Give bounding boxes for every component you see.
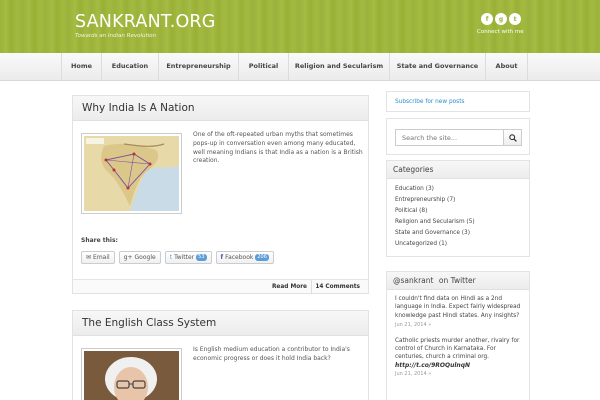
search-input[interactable]	[395, 129, 503, 146]
categories-title: Categories	[387, 161, 529, 179]
nav-item-home[interactable]: Home	[61, 53, 101, 80]
post-card: The English Class System Is English medi…	[72, 310, 369, 400]
google-plus-icon[interactable]: g	[495, 13, 507, 25]
category-item[interactable]: Religion and Secularism (5)	[395, 217, 529, 228]
tweet-item: Catholic priests murder another, rivalry…	[387, 337, 529, 377]
tweet-text: I couldn't find data on Hindi as a 2nd l…	[395, 296, 521, 319]
facebook-icon: f	[220, 254, 224, 261]
portrait-image	[84, 351, 179, 400]
tweet-date[interactable]: Jun 21, 2014 »	[395, 322, 521, 328]
share-label: Share this:	[81, 237, 118, 244]
search-widget	[386, 118, 530, 155]
share-buttons: ✉ Email g+ Google t Twitter 53 f Faceboo…	[81, 251, 274, 264]
tweet-item: I couldn't find data on Hindi as a 2nd l…	[387, 290, 529, 328]
share-facebook-label: Facebook	[225, 254, 254, 261]
twitter-share-count: 53	[196, 254, 207, 261]
nav-item-religion[interactable]: Religion and Secularism	[288, 53, 389, 80]
post-thumbnail-map[interactable]	[81, 133, 182, 214]
read-more-link[interactable]: Read More	[272, 280, 312, 294]
nav-item-state-governance[interactable]: State and Governance	[389, 53, 485, 80]
categories-list: Education (3) Entrepreneurship (7) Polit…	[387, 179, 529, 250]
category-item[interactable]: State and Governance (3)	[395, 228, 529, 239]
nav-item-entrepreneurship[interactable]: Entrepreneurship	[158, 53, 238, 80]
twitter-title: @sankrant on Twitter	[387, 272, 529, 290]
share-twitter-label: Twitter	[174, 254, 195, 261]
connect-label: Connect with me	[477, 29, 524, 35]
category-item[interactable]: Uncategorized (1)	[395, 239, 529, 250]
post-card: Why India Is A Nation One of the oft-rep…	[72, 95, 369, 294]
search-icon	[508, 133, 517, 142]
category-item[interactable]: Education (3)	[395, 184, 529, 195]
share-email-label: Email	[93, 254, 110, 261]
twitter-icon: t	[169, 254, 173, 261]
nav-item-education[interactable]: Education	[101, 53, 158, 80]
category-item[interactable]: Political (8)	[395, 206, 529, 217]
facebook-icon[interactable]: f	[481, 13, 493, 25]
tweet-date[interactable]: Jun 21, 2014 »	[395, 371, 521, 377]
post-excerpt: One of the oft-repeated urban myths that…	[193, 131, 363, 165]
nav-item-about[interactable]: About	[485, 53, 528, 80]
post-excerpt: Is English medium education a contributo…	[193, 346, 350, 362]
india-map-image	[84, 136, 179, 211]
categories-widget: Categories Education (3) Entrepreneurshi…	[386, 160, 530, 257]
share-twitter-button[interactable]: t Twitter 53	[164, 251, 212, 264]
main-nav: Home Education Entrepreneurship Politica…	[0, 53, 600, 81]
nav-item-political[interactable]: Political	[238, 53, 288, 80]
site-tagline: Towards an Indian Revolution	[75, 33, 156, 39]
google-plus-icon: g+	[123, 254, 133, 261]
tweet-link[interactable]: http://t.co/9ROQulnqN	[395, 362, 521, 369]
category-item[interactable]: Entrepreneurship (7)	[395, 195, 529, 206]
site-logo[interactable]: SANKRANT.ORG	[75, 12, 216, 32]
share-google-label: Google	[134, 254, 156, 261]
email-icon: ✉	[86, 254, 92, 261]
share-facebook-button[interactable]: f Facebook 206	[215, 251, 274, 264]
social-icons: f g t	[481, 13, 521, 25]
comments-link[interactable]: 14 Comments	[315, 280, 360, 294]
share-google-button[interactable]: g+ Google	[118, 251, 161, 264]
post-footer: Read More 14 Comments	[73, 279, 368, 294]
site-header: SANKRANT.ORG Towards an Indian Revolutio…	[0, 0, 600, 53]
twitter-icon[interactable]: t	[509, 13, 521, 25]
facebook-share-count: 206	[255, 254, 269, 261]
tweet-text: Catholic priests murder another, rivalry…	[395, 337, 520, 361]
share-email-button[interactable]: ✉ Email	[81, 251, 115, 264]
search-button[interactable]	[503, 129, 522, 146]
post-thumbnail-portrait[interactable]	[81, 348, 182, 400]
twitter-title-suffix: on Twitter	[438, 276, 476, 285]
post-title[interactable]: Why India Is A Nation	[73, 96, 368, 121]
twitter-handle[interactable]: @sankrant	[393, 276, 433, 285]
twitter-widget: @sankrant on Twitter I couldn't find dat…	[386, 271, 530, 400]
post-title[interactable]: The English Class System	[73, 311, 368, 336]
subscribe-link[interactable]: Subscribe for new posts	[386, 91, 530, 112]
